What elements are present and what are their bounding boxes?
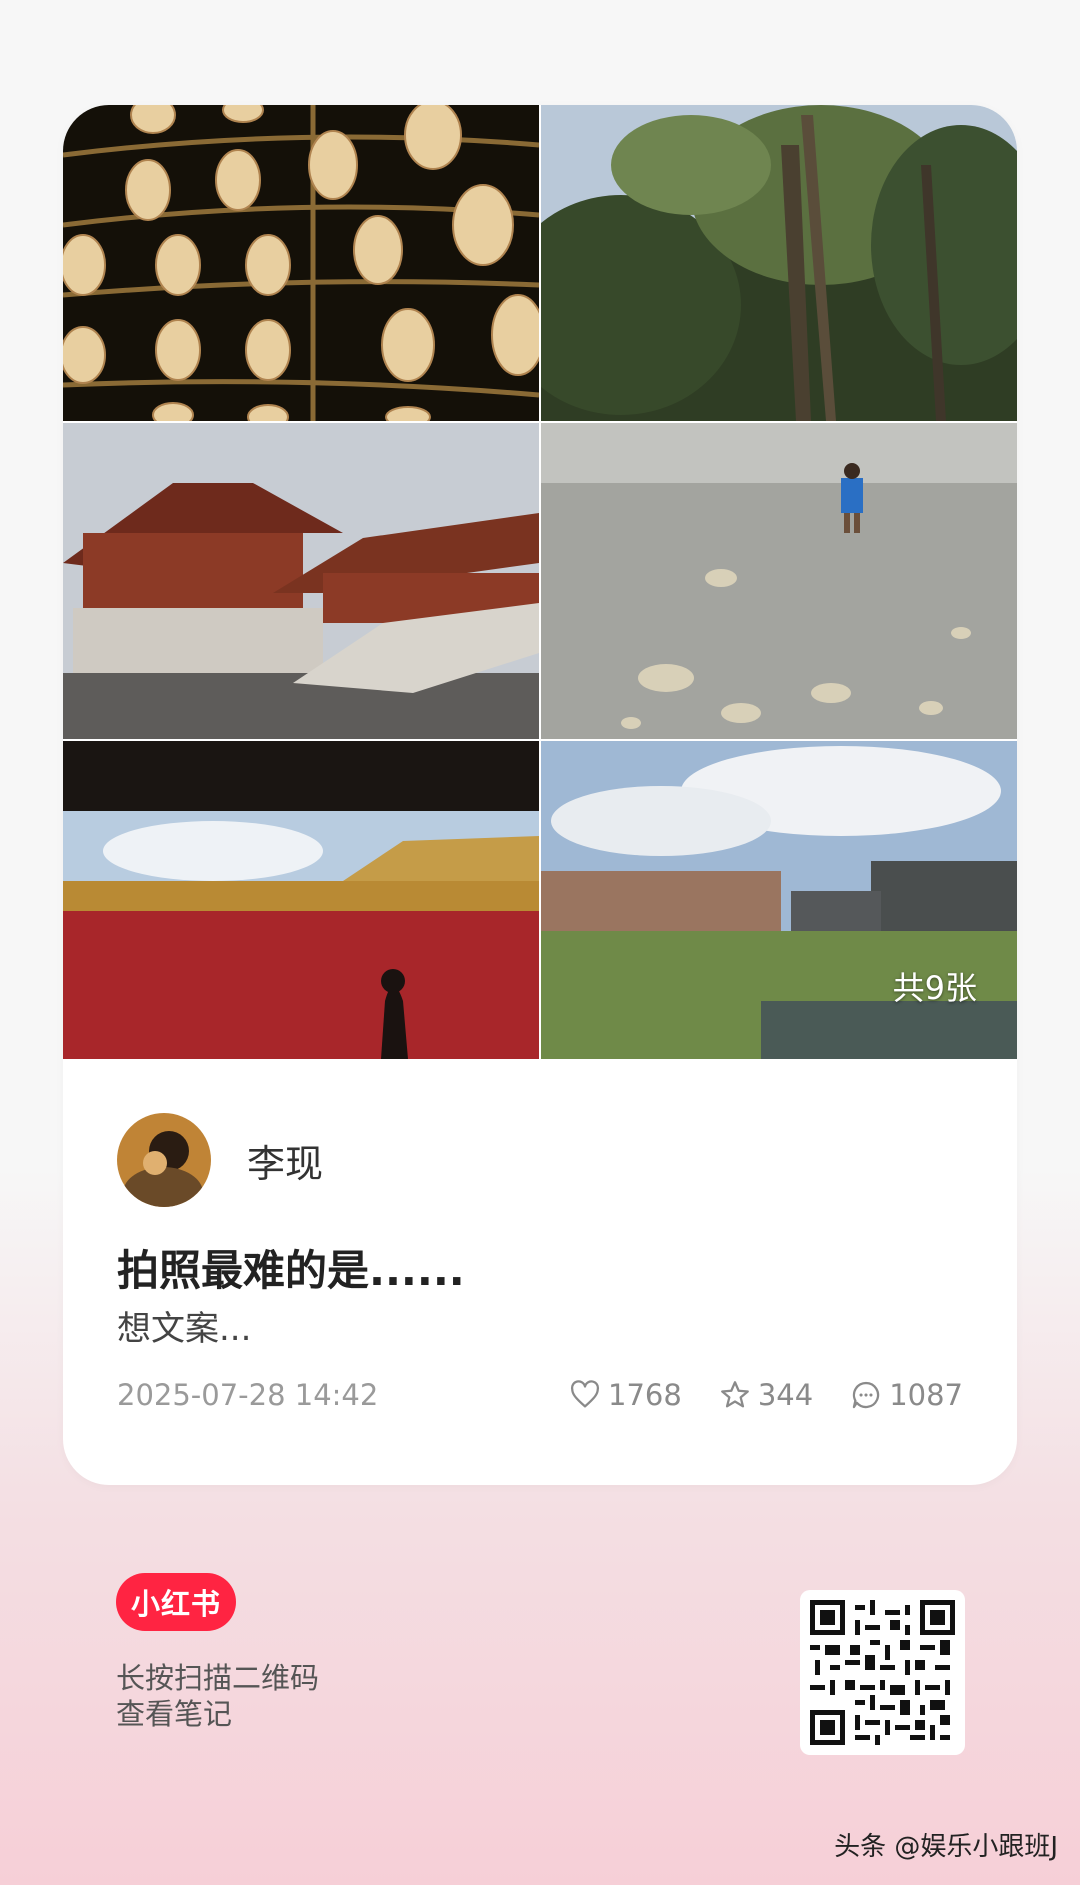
heart-icon [571,1380,600,1408]
like-stat[interactable]: 1768 [568,1378,682,1412]
scan-hint-line1: 长按扫描二维码 [116,1661,320,1695]
qr-code-icon [810,1600,955,1745]
comment-stat[interactable]: 1087 [849,1378,963,1412]
photo-lakeside[interactable]: 共9张 [541,741,1017,1059]
meta-row: 2025-07-28 14:42 1768 344 1087 [117,1373,963,1417]
photo-palace[interactable] [63,423,539,739]
qr-code[interactable] [800,1590,965,1755]
post-date: 2025-07-28 14:42 [117,1378,379,1412]
author-name[interactable]: 李现 [247,1133,323,1188]
favorite-stat[interactable]: 344 [718,1378,813,1412]
scan-hint-line2: 查看笔记 [116,1697,233,1731]
photo-trees[interactable] [541,105,1017,421]
comment-count: 1087 [889,1378,963,1412]
star-icon [720,1381,749,1408]
photo-red-wall[interactable] [63,741,539,1059]
photo-lanterns[interactable] [63,105,539,421]
favorite-count: 344 [757,1378,814,1412]
like-count: 1768 [608,1378,682,1412]
post-title: 拍照最难的是...... [117,1246,465,1295]
note-card[interactable]: 共9张 李现 拍照最难的是...... 想文案... 2025-07-28 14… [63,105,1017,1485]
photo-grid: 共9张 [63,105,1017,1059]
comment-icon [853,1381,880,1409]
image-count-badge: 共9张 [892,969,977,1007]
post-description: 想文案... [117,1309,252,1349]
scan-hint: 长按扫描二维码 查看笔记 [116,1660,319,1732]
photo-river[interactable] [541,423,1017,739]
avatar[interactable] [117,1113,211,1207]
watermark: 头条 @娱乐小跟班J [834,1832,1058,1862]
author-row[interactable]: 李现 [117,1113,323,1207]
xiaohongshu-logo: 小红书 [116,1573,236,1631]
engagement-stats: 1768 344 1087 [568,1378,963,1412]
